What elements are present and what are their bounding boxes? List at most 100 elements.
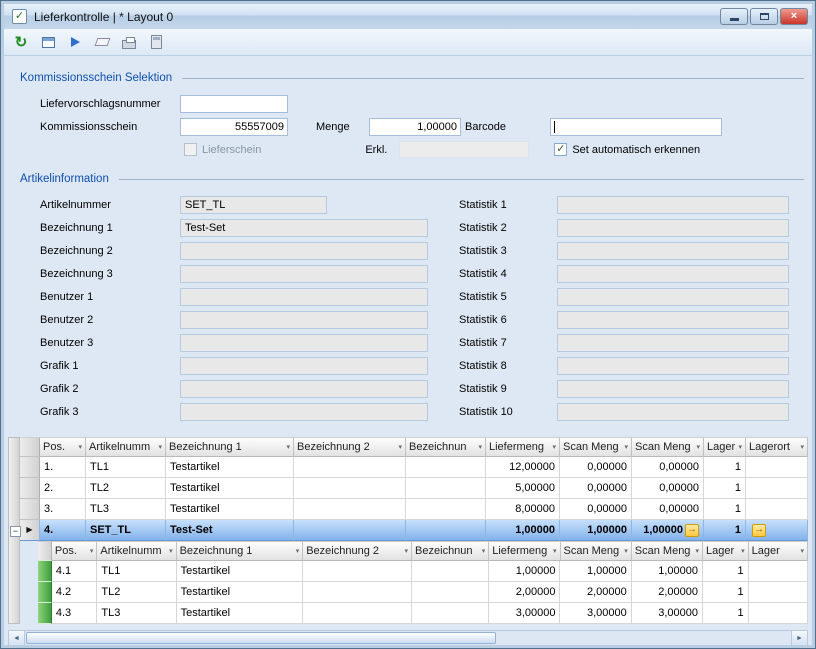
row-selector[interactable] xyxy=(38,603,52,624)
jump-arrow-icon[interactable]: → xyxy=(685,524,699,537)
jump-arrow-icon[interactable]: → xyxy=(752,524,766,537)
grid-cell[interactable] xyxy=(294,457,406,478)
readonly-field[interactable] xyxy=(557,380,789,398)
grid-cell[interactable]: 1,00000 xyxy=(489,561,560,582)
grid-cell[interactable]: SET_TL xyxy=(86,520,166,541)
column-header[interactable]: Bezeichnun▾ xyxy=(412,541,489,561)
grid-cell[interactable]: 4. xyxy=(40,520,86,541)
grid-cell[interactable]: 3,00000 xyxy=(560,603,631,624)
grid-cell[interactable] xyxy=(412,603,489,624)
column-header[interactable]: Scan Meng▾ xyxy=(560,437,632,457)
column-header[interactable]: Bezeichnun▾ xyxy=(406,437,486,457)
grid-cell[interactable]: 0,00000 xyxy=(560,478,632,499)
row-selector[interactable] xyxy=(20,499,40,520)
grid-cell[interactable]: 2. xyxy=(40,478,86,499)
scrollbar-thumb[interactable] xyxy=(26,632,496,644)
filter-arrow-icon[interactable]: ▾ xyxy=(478,443,482,451)
table-row[interactable]: ▶4.SET_TLTest-Set1,000001,000001,00000→1… xyxy=(20,520,808,541)
readonly-field[interactable]: Test-Set xyxy=(180,219,428,237)
grid-cell[interactable]: 0,00000 xyxy=(560,499,632,520)
grid-cell[interactable] xyxy=(412,561,489,582)
row-selector[interactable]: ▶ xyxy=(20,520,40,541)
column-header[interactable]: Lagerort▾ xyxy=(746,437,808,457)
minimize-button[interactable] xyxy=(720,8,748,25)
column-header[interactable]: Liefermeng▾ xyxy=(486,437,560,457)
grid-cell[interactable]: 1 xyxy=(704,499,746,520)
titlebar[interactable]: ✓ Lieferkontrolle | * Layout 0 × xyxy=(4,4,812,29)
filter-arrow-icon[interactable]: ▾ xyxy=(738,443,742,451)
readonly-field[interactable] xyxy=(557,288,789,306)
grid-cell[interactable] xyxy=(303,582,412,603)
grid-cell[interactable] xyxy=(749,582,808,603)
filter-arrow-icon[interactable]: ▾ xyxy=(696,547,700,555)
table-row[interactable]: 2.TL2Testartikel5,000000,000000,000001 xyxy=(20,478,808,499)
column-header[interactable]: Scan Meng▾ xyxy=(632,541,703,561)
grid-cell[interactable] xyxy=(746,457,808,478)
column-header[interactable]: Artikelnumm▾ xyxy=(97,541,176,561)
grid-cell[interactable] xyxy=(294,499,406,520)
grid-cell[interactable]: 1 xyxy=(704,478,746,499)
grid-cell[interactable]: 1 xyxy=(703,561,749,582)
grid-cell[interactable]: 1,00000 xyxy=(632,561,703,582)
table-row[interactable]: 3.TL3Testartikel8,000000,000000,000001 xyxy=(20,499,808,520)
row-selector[interactable] xyxy=(38,582,52,603)
calculator-button[interactable] xyxy=(145,32,167,52)
filter-arrow-icon[interactable]: ▾ xyxy=(800,443,804,451)
grid-cell[interactable]: TL3 xyxy=(97,603,176,624)
grid-cell[interactable]: Testartikel xyxy=(177,603,304,624)
column-header[interactable]: Bezeichnung 1▾ xyxy=(177,541,304,561)
grid-cell[interactable]: 1,00000→ xyxy=(632,520,704,541)
filter-arrow-icon[interactable]: ▾ xyxy=(482,547,486,555)
grid-cell[interactable]: 1 xyxy=(704,520,746,541)
grid-cell[interactable]: Testartikel xyxy=(177,582,304,603)
filter-arrow-icon[interactable]: ▾ xyxy=(405,547,409,555)
grid-cell[interactable]: 1 xyxy=(704,457,746,478)
readonly-field[interactable] xyxy=(557,196,789,214)
horizontal-scrollbar[interactable]: ◄ ► xyxy=(8,630,808,645)
readonly-field[interactable] xyxy=(180,334,428,352)
collapse-icon[interactable]: − xyxy=(10,526,21,537)
readonly-field[interactable] xyxy=(557,219,789,237)
grid-cell[interactable] xyxy=(294,520,406,541)
kommissionsschein-input[interactable] xyxy=(180,118,288,136)
grid-cell[interactable]: TL1 xyxy=(86,457,166,478)
column-header[interactable]: Bezeichnung 2▾ xyxy=(294,437,406,457)
scroll-left-button[interactable]: ◄ xyxy=(9,631,25,645)
lieferschein-checkbox[interactable] xyxy=(184,143,197,156)
readonly-field[interactable] xyxy=(180,403,428,421)
grid-cell[interactable] xyxy=(303,603,412,624)
readonly-field[interactable]: SET_TL xyxy=(180,196,327,214)
filter-arrow-icon[interactable]: ▾ xyxy=(624,547,628,555)
grid-cell[interactable]: 0,00000 xyxy=(632,478,704,499)
filter-arrow-icon[interactable]: ▾ xyxy=(624,443,628,451)
filter-arrow-icon[interactable]: ▾ xyxy=(90,547,94,555)
scroll-right-button[interactable]: ► xyxy=(791,631,807,645)
menge-input[interactable] xyxy=(369,118,461,136)
grid-cell[interactable]: 1,00000 xyxy=(560,520,632,541)
grid-cell[interactable]: 2,00000 xyxy=(560,582,631,603)
grid-cell[interactable]: 4.3 xyxy=(52,603,98,624)
grid-cell[interactable]: 5,00000 xyxy=(486,478,560,499)
refresh-button[interactable]: ↻ xyxy=(10,32,32,52)
grid-cell[interactable] xyxy=(749,561,808,582)
filter-arrow-icon[interactable]: ▾ xyxy=(398,443,402,451)
column-header[interactable]: Pos.▾ xyxy=(52,541,98,561)
grid-cell[interactable]: TL2 xyxy=(86,478,166,499)
clear-button[interactable] xyxy=(91,32,113,52)
filter-arrow-icon[interactable]: ▾ xyxy=(801,547,805,555)
grid-cell[interactable] xyxy=(406,520,486,541)
readonly-field[interactable] xyxy=(180,357,428,375)
maximize-button[interactable] xyxy=(750,8,778,25)
grid-cell[interactable]: 4.1 xyxy=(52,561,98,582)
grid-cell[interactable]: Test-Set xyxy=(166,520,294,541)
liefervorschlagsnummer-input[interactable] xyxy=(180,95,288,113)
filter-arrow-icon[interactable]: ▾ xyxy=(78,443,82,451)
filter-arrow-icon[interactable]: ▾ xyxy=(741,547,745,555)
grid-cell[interactable]: Testartikel xyxy=(177,561,304,582)
column-header[interactable]: Scan Meng▾ xyxy=(632,437,704,457)
grid-cell[interactable]: 0,00000 xyxy=(632,457,704,478)
grid-cell[interactable]: TL2 xyxy=(97,582,176,603)
table-row[interactable]: 4.2TL2Testartikel2,000002,000002,000001 xyxy=(38,582,808,603)
filter-arrow-icon[interactable]: ▾ xyxy=(553,547,557,555)
grid-cell[interactable]: 1. xyxy=(40,457,86,478)
